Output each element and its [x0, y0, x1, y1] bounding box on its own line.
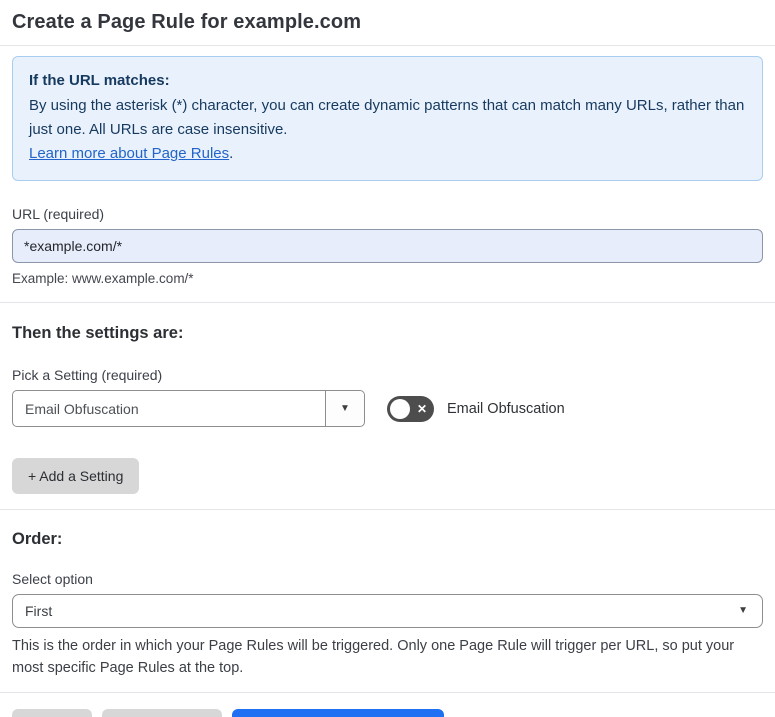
- page-title: Create a Page Rule for example.com: [12, 11, 362, 33]
- order-select[interactable]: First ▼: [12, 594, 763, 628]
- create-page-rule-panel: Create a Page Rule for example.com If th…: [0, 0, 775, 717]
- setting-dropdown-arrow-button[interactable]: ▼: [325, 391, 364, 426]
- order-section-heading: Order:: [12, 530, 63, 548]
- chevron-down-icon: ▼: [340, 402, 350, 414]
- link-suffix: .: [229, 145, 234, 162]
- toggle-off-x-icon: ✕: [416, 401, 427, 416]
- toggle-label: Email Obfuscation: [447, 400, 565, 417]
- footer-divider: [0, 692, 775, 693]
- settings-section-heading: Then the settings are:: [12, 324, 184, 342]
- setting-row: Email Obfuscation ▼ ✕ Email Obfuscation: [12, 390, 763, 427]
- url-input[interactable]: [12, 229, 763, 263]
- add-setting-button[interactable]: + Add a Setting: [12, 458, 140, 494]
- save-and-deploy-button[interactable]: Save and Deploy Page Rule: [232, 709, 445, 717]
- setting-dropdown-value: Email Obfuscation: [25, 400, 139, 417]
- pick-setting-label: Pick a Setting (required): [12, 367, 163, 383]
- toggle-knob: [390, 398, 410, 419]
- chevron-down-icon: ▼: [738, 605, 748, 616]
- select-option-label: Select option: [12, 571, 93, 587]
- order-helper-text: This is the order in which your Page Rul…: [12, 638, 735, 676]
- url-field-label: URL (required): [12, 206, 105, 222]
- info-box-heading: If the URL matches:: [29, 72, 170, 89]
- info-box-link-line: Learn more about Page Rules.: [29, 142, 746, 166]
- order-select-value: First: [25, 603, 53, 619]
- settings-section-divider: [0, 509, 775, 510]
- cancel-button[interactable]: Cancel: [12, 709, 92, 717]
- url-example-helper: Example: www.example.com/*: [12, 271, 194, 286]
- title-divider: [0, 45, 775, 46]
- email-obfuscation-toggle[interactable]: ✕: [387, 395, 434, 422]
- footer-actions: Cancel Save as Draft Save and Deploy Pag…: [12, 709, 763, 717]
- url-section-divider: [0, 302, 775, 303]
- setting-dropdown[interactable]: Email Obfuscation ▼: [12, 390, 365, 427]
- learn-more-link[interactable]: Learn more about Page Rules: [29, 145, 229, 162]
- save-as-draft-button[interactable]: Save as Draft: [101, 709, 223, 717]
- url-match-info-box: If the URL matches: By using the asteris…: [12, 56, 763, 181]
- info-box-body: By using the asterisk (*) character, you…: [29, 97, 745, 138]
